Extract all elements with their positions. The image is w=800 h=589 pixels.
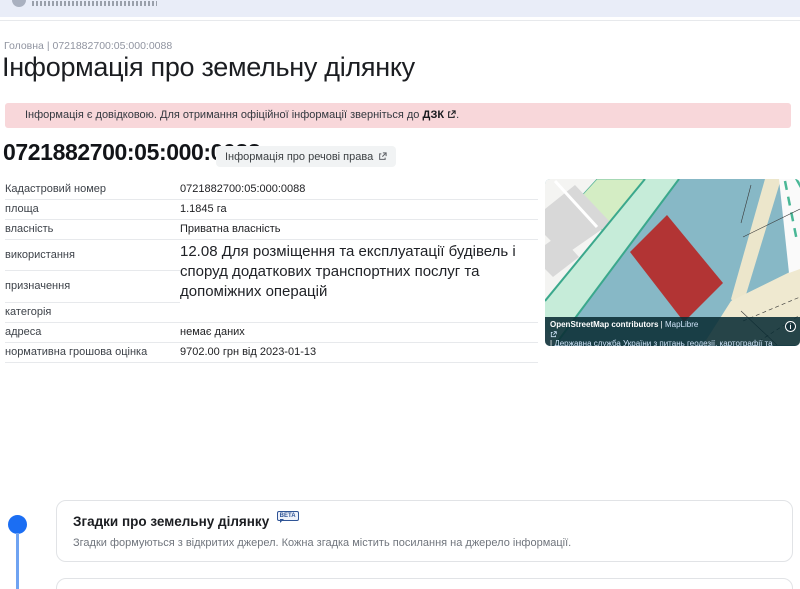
row-value: 1.1845 га: [180, 199, 538, 220]
property-rights-button-label: Інформація про речові права: [225, 150, 374, 163]
mentions-title: Згадки про земельну ділянку: [73, 514, 270, 529]
geocadastre-link[interactable]: Державна служба України з питань геодезі…: [550, 339, 772, 346]
topbar-clipped-text: [32, 1, 157, 6]
table-row: Кадастровий номер 0721882700:05:000:0088: [5, 179, 538, 200]
topbar-divider: [0, 20, 800, 21]
table-row: використання 12.08 Для розміщення та екс…: [5, 239, 538, 300]
table-row: адреса немає даних: [5, 322, 538, 343]
parcel-details-table: Кадастровий номер 0721882700:05:000:0088…: [5, 179, 538, 363]
osm-attribution-link[interactable]: OpenStreetMap contributors: [550, 320, 658, 329]
breadcrumb-home-link[interactable]: Головна: [4, 40, 44, 52]
row-value: немає даних: [180, 322, 538, 343]
timeline-dot: [8, 515, 27, 534]
row-value: 9702.00 грн від 2023-01-13: [180, 342, 538, 363]
row-label: адреса: [5, 322, 180, 343]
breadcrumb: Головна | 0721882700:05:000:0088: [4, 40, 172, 52]
row-label: площа: [5, 199, 180, 220]
external-link-icon: [550, 331, 557, 338]
external-link-icon: [379, 152, 387, 160]
timeline-line: [16, 533, 19, 589]
table-row: площа 1.1845 га: [5, 199, 538, 220]
row-value: [180, 302, 538, 323]
row-value-purpose: 12.08 Для розміщення та експлуатації буд…: [180, 242, 516, 301]
row-value: 0721882700:05:000:0088: [180, 179, 538, 200]
mentions-card: Згадки про земельну ділянку BETA Згадки …: [56, 500, 793, 562]
table-row: категорія: [5, 302, 538, 323]
topbar-avatar-icon: [12, 0, 26, 7]
row-value: Приватна власність: [180, 219, 538, 240]
topbar[interactable]: [0, 0, 800, 17]
mentions-subtitle: Згадки формуються з відкритих джерел. Ко…: [73, 537, 572, 549]
parcel-map[interactable]: OpenStreetMap contributors | MapLibre | …: [545, 179, 800, 346]
page-title: Інформація про земельну ділянку: [2, 52, 415, 82]
property-rights-button[interactable]: Інформація про речові права: [216, 146, 397, 167]
notice-text: Інформація є довідковою. Для отримання о…: [25, 109, 423, 121]
maplibre-link[interactable]: MapLibre: [665, 320, 698, 329]
table-row: нормативна грошова оцінка 9702.00 грн ві…: [5, 342, 538, 363]
breadcrumb-current: 0721882700:05:000:0088: [52, 40, 173, 52]
beta-badge-icon: BETA: [276, 511, 299, 523]
external-link-icon: [448, 110, 456, 118]
row-label: власність: [5, 219, 180, 240]
row-label: Кадастровий номер: [5, 179, 180, 200]
dzk-link[interactable]: ДЗК: [422, 109, 444, 121]
row-label: категорія: [5, 302, 180, 323]
row-label: використання: [5, 239, 180, 272]
row-label: нормативна грошова оцінка: [5, 342, 180, 363]
notice-banner: Інформація є довідковою. Для отримання о…: [5, 103, 791, 128]
next-section-card: [56, 578, 793, 589]
table-row: власність Приватна власність: [5, 219, 538, 240]
map-attribution: OpenStreetMap contributors | MapLibre | …: [545, 317, 800, 346]
notice-period: .: [456, 109, 460, 121]
row-label: призначення: [5, 270, 180, 303]
map-info-icon[interactable]: i: [785, 321, 796, 332]
